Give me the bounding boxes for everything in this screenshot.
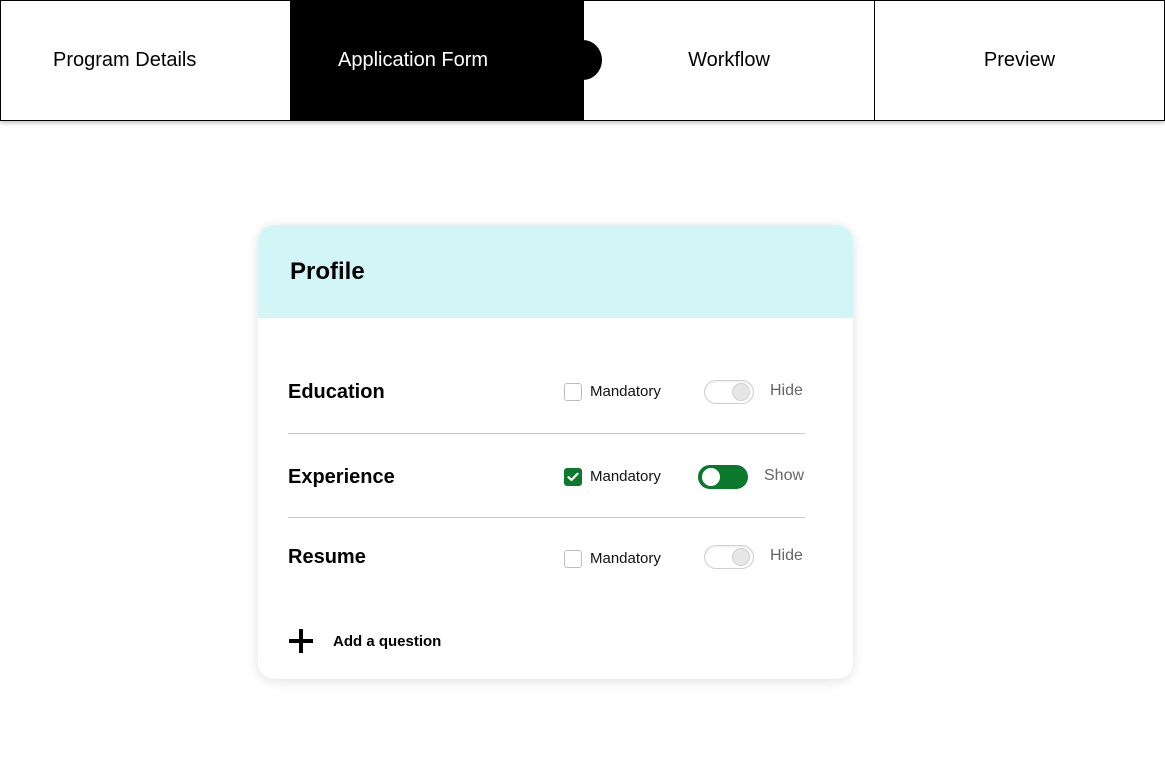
toggle-state-label: Hide xyxy=(770,382,803,399)
toggle-knob xyxy=(702,468,720,486)
question-label: Education xyxy=(288,380,385,403)
add-question-label: Add a question xyxy=(333,632,442,650)
mandatory-label: Mandatory xyxy=(590,550,661,567)
step-application-form[interactable]: Application Form xyxy=(290,0,584,121)
toggle-state-label: Show xyxy=(764,467,805,484)
question-row-experience: Experience Mandatory Show xyxy=(288,465,805,489)
card-header: Profile xyxy=(258,225,853,318)
add-question-button[interactable]: Add a question xyxy=(288,628,441,654)
step-preview[interactable]: Preview xyxy=(874,0,1165,121)
question-label: Resume xyxy=(288,545,366,568)
mandatory-checkbox[interactable] xyxy=(564,550,582,568)
mandatory-label: Mandatory xyxy=(590,383,661,400)
card-title: Profile xyxy=(290,257,365,285)
step-label: Application Form xyxy=(338,49,489,71)
mandatory-checkbox[interactable] xyxy=(564,383,582,401)
step-label: Program Details xyxy=(53,49,197,71)
question-label: Experience xyxy=(288,465,395,488)
step-navigation: Program Details Application Form Workflo… xyxy=(0,0,1165,121)
toggle-knob xyxy=(732,383,750,401)
step-label: Workflow xyxy=(688,49,770,71)
active-step-indicator xyxy=(564,40,602,80)
row-divider xyxy=(288,433,805,434)
visibility-toggle[interactable] xyxy=(704,380,754,404)
question-row-education: Education Mandatory Hide xyxy=(288,380,805,404)
checkmark-icon xyxy=(567,472,579,482)
visibility-toggle[interactable] xyxy=(698,465,748,489)
question-row-resume: Resume Mandatory Hide xyxy=(288,545,805,569)
step-workflow[interactable]: Workflow xyxy=(583,0,875,121)
mandatory-label: Mandatory xyxy=(590,468,661,485)
plus-icon xyxy=(288,628,314,654)
visibility-toggle[interactable] xyxy=(704,545,754,569)
row-divider xyxy=(288,517,805,518)
toggle-knob xyxy=(732,548,750,566)
profile-card: Profile Education Mandatory Hide Experie… xyxy=(258,225,853,679)
step-label: Preview xyxy=(983,49,1056,71)
toggle-state-label: Hide xyxy=(770,547,803,564)
mandatory-checkbox[interactable] xyxy=(564,468,582,486)
step-program-details[interactable]: Program Details xyxy=(0,0,291,121)
